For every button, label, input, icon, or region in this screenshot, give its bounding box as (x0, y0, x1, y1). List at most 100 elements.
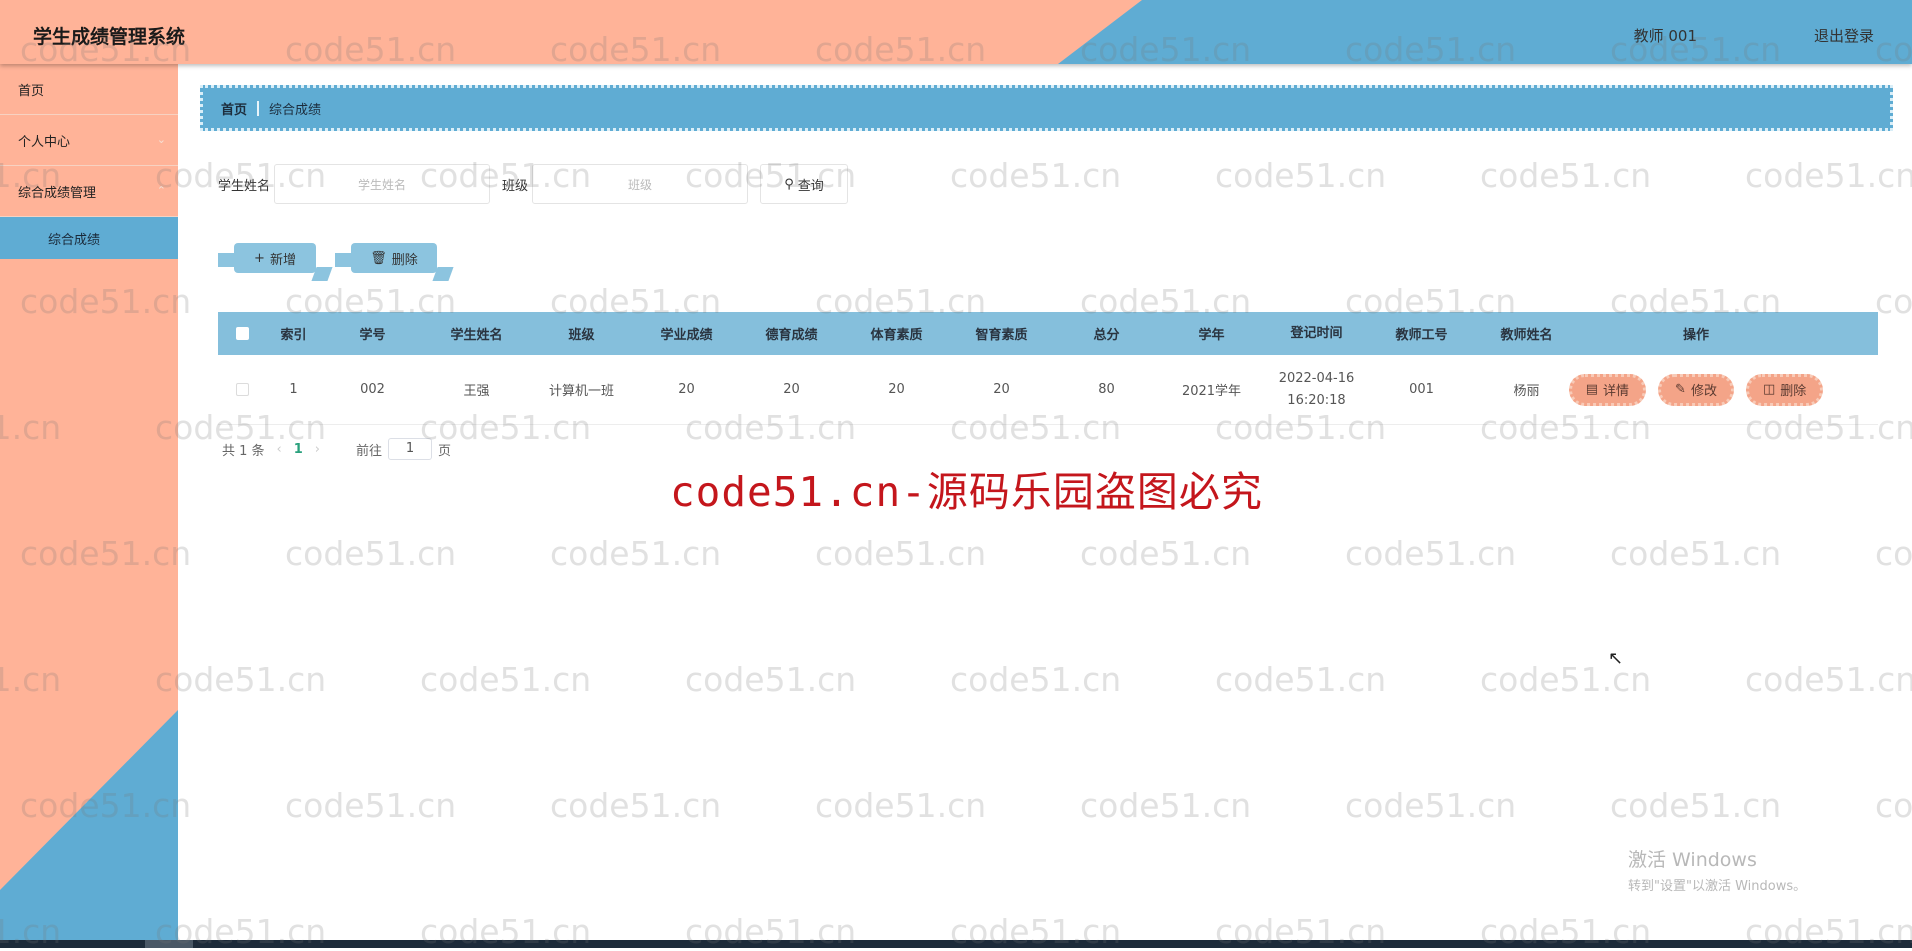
cell-intellectual: 20 (993, 382, 1010, 397)
row-delete-button[interactable]: ◫ 删除 (1745, 373, 1824, 406)
query-button-label: 查询 (797, 178, 824, 194)
col-student-name: 学生姓名 (450, 328, 503, 343)
watermark-text: code51.cn (1080, 786, 1252, 825)
cell-actions: ▤ 详情 ✎ 修改 ◫ 删除 (1568, 373, 1824, 406)
chevron-up-icon: ⌃ (156, 184, 166, 197)
cell-teacher-no: 001 (1409, 382, 1434, 397)
prev-page-icon[interactable]: ‹ (277, 442, 282, 457)
top-header: 学生成绩管理系统 教师 001 退出登录 (0, 0, 1912, 64)
breadcrumb-current: 综合成绩 (269, 102, 322, 118)
activation-title: 激活 Windows (1628, 849, 1757, 871)
mouse-cursor-icon: ↖ (1608, 648, 1624, 669)
watermark-text: code51.cn (1745, 156, 1912, 195)
watermark-text: code51.cn (685, 660, 857, 699)
sidebar-subitem-scores[interactable]: 综合成绩 (0, 217, 178, 259)
col-intellectual: 智育素质 (975, 328, 1028, 343)
total-count: 共 1 条 (222, 443, 265, 459)
logout-link[interactable]: 退出登录 (1814, 25, 1874, 46)
col-teacher-name: 教师姓名 (1500, 328, 1553, 343)
watermark-text: code51.cn (1745, 660, 1912, 699)
goto-label: 前往 (356, 443, 383, 459)
trash-icon: 🗑 (370, 250, 387, 266)
watermark-text: code51.cn (1875, 786, 1912, 825)
cell-reg-time: 2022-04-16 16:20:18 (1264, 368, 1369, 412)
plus-icon: + (254, 250, 265, 266)
goto-page-input[interactable]: 1 (388, 438, 433, 460)
pagination: 共 1 条 ‹ 1 › 前往 1 页 (222, 438, 451, 460)
watermark-text: code51.cn (1875, 534, 1912, 573)
watermark-text: code51.cn (1345, 534, 1517, 573)
col-total: 总分 (1093, 328, 1120, 343)
search-bar: 学生姓名 学生姓名 班级 班级 ⚲ 查询 (218, 164, 849, 204)
chevron-down-icon: ⌄ (156, 133, 166, 146)
watermark-text: code51.cn (1610, 534, 1782, 573)
breadcrumb-separator (257, 100, 260, 116)
watermark-text: code51.cn (815, 786, 987, 825)
current-user: 教师 001 (1633, 27, 1697, 45)
pencil-icon: ✎ (1675, 382, 1686, 397)
activation-subtitle: 转到"设置"以激活 Windows。 (1628, 879, 1807, 894)
batch-delete-button[interactable]: 🗑 删除 (335, 243, 437, 273)
select-all-checkbox[interactable] (235, 327, 249, 340)
taskbar (0, 940, 1912, 948)
col-index: 索引 (280, 328, 307, 343)
col-actions: 操作 (1682, 328, 1709, 343)
class-input[interactable]: 班级 (532, 164, 749, 204)
watermark-text: code51.cn (1345, 786, 1517, 825)
col-reg-time: 登记时间 (1290, 325, 1343, 341)
next-page-icon[interactable]: › (315, 442, 320, 457)
col-teacher-no: 教师工号 (1395, 328, 1448, 343)
taskbar-button[interactable] (145, 940, 193, 948)
add-button-label: 新增 (269, 252, 296, 268)
cell-academic: 20 (678, 382, 695, 397)
detail-button[interactable]: ▤ 详情 (1568, 373, 1647, 406)
search-icon: ⚲ (784, 176, 794, 192)
query-button[interactable]: ⚲ 查询 (760, 164, 849, 204)
sidebar-item-home[interactable]: 首页 (0, 64, 178, 115)
student-name-input[interactable]: 学生姓名 (274, 164, 491, 204)
watermark-text: code51.cn (550, 534, 722, 573)
copyright-watermark: code51.cn-源码乐园盗图必究 (670, 468, 1263, 516)
windows-activation-notice: 激活 Windows 转到"设置"以激活 Windows。 (1628, 845, 1806, 894)
sidebar-item-label: 综合成绩管理 (18, 185, 97, 201)
sidebar-item-personal-center[interactable]: 个人中心 ⌄ (0, 115, 178, 166)
student-name-label: 学生姓名 (218, 178, 271, 194)
page-number[interactable]: 1 (294, 442, 303, 457)
detail-button-label: 详情 (1603, 384, 1630, 399)
watermark-text: code51.cn (1480, 660, 1652, 699)
header-salmon-band (0, 0, 1142, 64)
watermark-text: code51.cn (1610, 786, 1782, 825)
watermark-text: code51.cn (1080, 534, 1252, 573)
row-delete-button-label: 删除 (1780, 384, 1807, 399)
cell-physical: 20 (888, 382, 905, 397)
sidebar-item-label: 首页 (18, 83, 45, 99)
sidebar: 首页 个人中心 ⌄ 综合成绩管理 ⌃ 综合成绩 (0, 64, 178, 940)
col-year: 学年 (1198, 328, 1225, 343)
cell-teacher-name: 杨丽 (1513, 384, 1540, 399)
app-title: 学生成绩管理系统 (33, 26, 186, 48)
add-button[interactable]: + 新增 (218, 243, 316, 273)
watermark-text: code51.cn (815, 534, 987, 573)
sidebar-item-score-management[interactable]: 综合成绩管理 ⌃ (0, 166, 178, 217)
delete-button-label: 删除 (391, 252, 418, 268)
document-icon: ▤ (1585, 382, 1599, 397)
watermark-text: code51.cn (285, 534, 457, 573)
edit-button-label: 修改 (1690, 384, 1717, 399)
row-checkbox[interactable] (235, 383, 249, 396)
watermark-text: code51.cn (285, 786, 457, 825)
cell-moral: 20 (783, 382, 800, 397)
col-physical: 体育素质 (870, 328, 923, 343)
cell-reg-date: 2022-04-16 (1278, 370, 1355, 386)
page-suffix: 页 (438, 443, 452, 459)
breadcrumb-home[interactable]: 首页 (221, 99, 247, 118)
col-moral: 德育成绩 (765, 328, 818, 343)
watermark-text: code51.cn (550, 786, 722, 825)
cell-total: 80 (1098, 382, 1115, 397)
edit-button[interactable]: ✎ 修改 (1658, 373, 1734, 406)
watermark-text: code51.cn (1480, 156, 1652, 195)
cell-student-name: 王强 (463, 384, 490, 399)
watermark-text: code51.cn (155, 660, 327, 699)
cell-index: 1 (289, 382, 298, 397)
cell-student-no: 002 (360, 382, 385, 397)
watermark-text: code51.cn (950, 156, 1122, 195)
